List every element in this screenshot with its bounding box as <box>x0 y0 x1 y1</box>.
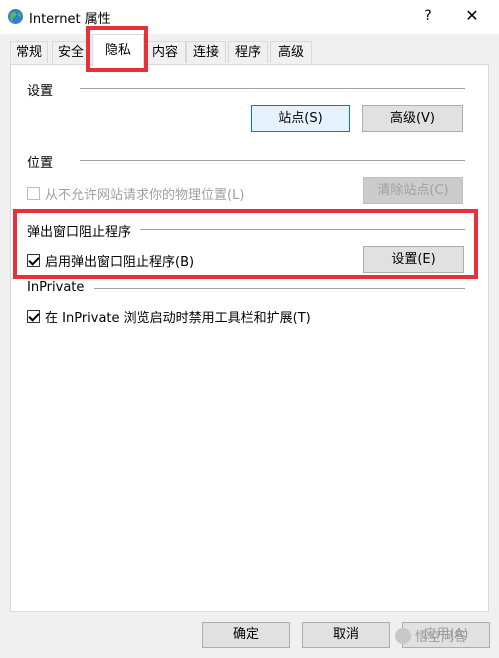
window-title: Internet 属性 <box>29 12 111 27</box>
location-divider <box>80 160 465 161</box>
location-checkbox-label: 从不允许网站请求你的物理位置(L) <box>45 188 245 203</box>
location-section-title: 位置 <box>27 156 54 171</box>
tab-advanced[interactable]: 高级 <box>270 41 312 63</box>
ok-button[interactable]: 确定 <box>202 622 290 648</box>
watermark: 悟空问答 <box>395 626 467 645</box>
title-bar: Internet 属性 ? ✕ <box>0 0 499 34</box>
popup-checkbox-label: 启用弹出窗口阻止程序(B) <box>45 255 195 270</box>
tab-security[interactable]: 安全 <box>52 41 90 63</box>
cancel-button[interactable]: 取消 <box>302 622 390 648</box>
inprivate-checkbox[interactable] <box>27 310 40 323</box>
popup-checkbox-row[interactable]: 启用弹出窗口阻止程序(B) <box>27 251 194 270</box>
inprivate-checkbox-label: 在 InPrivate 浏览启动时禁用工具栏和扩展(T) <box>45 311 311 326</box>
settings-divider <box>80 88 465 89</box>
tab-privacy[interactable]: 隐私 <box>92 34 144 66</box>
watermark-text: 悟空问答 <box>415 630 468 645</box>
sites-button[interactable]: 站点(S) <box>251 105 350 132</box>
inprivate-section-title: InPrivate <box>27 280 85 295</box>
tab-content[interactable]: 内容 <box>144 41 186 63</box>
popup-settings-button[interactable]: 设置(E) <box>363 246 464 273</box>
location-checkbox-row[interactable]: 从不允许网站请求你的物理位置(L) <box>27 184 244 203</box>
watermark-logo-icon <box>395 627 411 644</box>
advanced-settings-button[interactable]: 高级(V) <box>362 105 463 132</box>
tab-connections[interactable]: 连接 <box>186 41 226 63</box>
inprivate-checkbox-row[interactable]: 在 InPrivate 浏览启动时禁用工具栏和扩展(T) <box>27 307 311 326</box>
help-button[interactable]: ? <box>415 4 441 28</box>
settings-section-title: 设置 <box>27 84 54 99</box>
tab-programs[interactable]: 程序 <box>228 41 268 63</box>
popup-divider <box>140 229 465 230</box>
popup-section-title: 弹出窗口阻止程序 <box>27 225 132 240</box>
inprivate-divider <box>94 288 465 289</box>
popup-checkbox[interactable] <box>27 254 40 267</box>
privacy-panel <box>10 64 489 612</box>
tab-general[interactable]: 常规 <box>10 41 48 63</box>
clear-sites-button[interactable]: 清除站点(C) <box>363 177 463 204</box>
close-button[interactable]: ✕ <box>458 4 486 28</box>
internet-globe-icon <box>8 9 23 24</box>
location-checkbox[interactable] <box>27 187 40 200</box>
